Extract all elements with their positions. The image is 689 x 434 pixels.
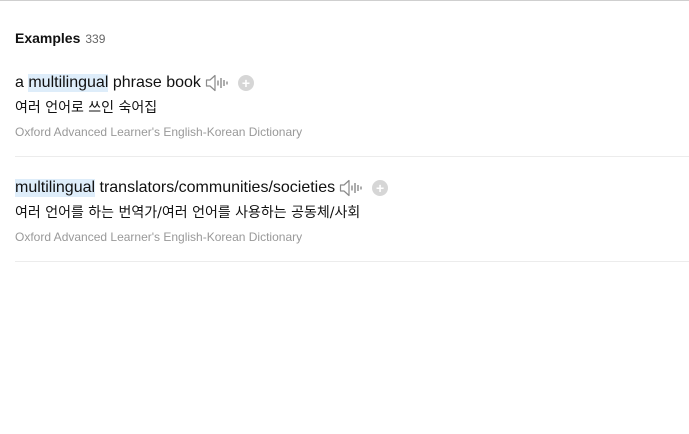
examples-title: Examples bbox=[15, 30, 81, 46]
speaker-icon[interactable] bbox=[339, 178, 363, 198]
example-item: multilingual translators/communities/soc… bbox=[15, 177, 689, 262]
example-source: Oxford Advanced Learner's English-Korean… bbox=[15, 230, 303, 244]
example-sentence: a multilingual phrase book + bbox=[15, 72, 689, 94]
example-text-segment: phrase book bbox=[108, 74, 201, 91]
example-text-segment: translators/communities/societies bbox=[95, 179, 336, 196]
highlighted-keyword: multilingual bbox=[15, 179, 96, 197]
add-to-wordbook-button[interactable]: + bbox=[237, 75, 254, 91]
speaker-icon[interactable] bbox=[205, 73, 229, 93]
example-translation: 여러 언어로 쓰인 숙어집 bbox=[15, 100, 158, 116]
plus-icon: + bbox=[241, 75, 250, 91]
top-border bbox=[0, 0, 689, 1]
example-sentence: multilingual translators/communities/soc… bbox=[15, 177, 689, 199]
example-item: a multilingual phrase book + 여러 언어로 쓰인 숙… bbox=[15, 72, 689, 157]
highlighted-keyword: multilingual bbox=[28, 74, 109, 92]
plus-icon: + bbox=[376, 180, 385, 196]
examples-section: Examples 339 a multilingual phrase book bbox=[15, 30, 689, 282]
example-translation: 여러 언어를 하는 번역가/여러 언어를 사용하는 공동체/사회 bbox=[15, 205, 361, 221]
add-to-wordbook-button[interactable]: + bbox=[372, 180, 389, 196]
examples-header: Examples 339 bbox=[15, 30, 689, 50]
example-list: a multilingual phrase book + 여러 언어로 쓰인 숙… bbox=[15, 72, 689, 262]
examples-count: 339 bbox=[85, 32, 106, 46]
example-text-segment: a bbox=[15, 74, 29, 91]
example-source: Oxford Advanced Learner's English-Korean… bbox=[15, 125, 303, 139]
